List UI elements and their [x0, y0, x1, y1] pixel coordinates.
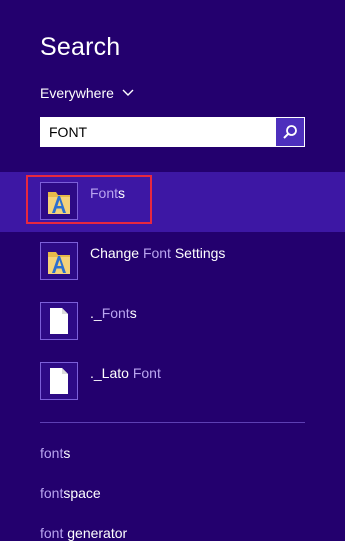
fonts-folder-icon	[40, 242, 78, 280]
result-label: ._Lato Font	[90, 365, 161, 381]
suggestion-fonts[interactable]: fonts	[40, 445, 70, 461]
fonts-folder-icon	[40, 182, 78, 220]
result-label: ._Fonts	[90, 305, 137, 321]
result-label: Change Font Settings	[90, 245, 226, 261]
document-icon	[40, 362, 78, 400]
search-scope-label: Everywhere	[40, 85, 114, 101]
suggestion-font-generator[interactable]: font generator	[40, 525, 127, 541]
result-item-lato-font[interactable]: ._Lato Font	[0, 352, 345, 412]
search-button[interactable]	[276, 118, 304, 146]
divider	[40, 422, 305, 423]
result-item-underscore-fonts[interactable]: ._Fonts	[0, 292, 345, 352]
result-label: Fonts	[90, 185, 126, 201]
chevron-down-icon	[122, 89, 134, 96]
search-scope-dropdown[interactable]: Everywhere	[40, 85, 134, 101]
search-icon	[283, 125, 297, 139]
search-box	[40, 117, 305, 147]
result-item-change-font-settings[interactable]: Change Font Settings	[0, 232, 345, 292]
suggestion-fontspace[interactable]: fontspace	[40, 485, 101, 501]
search-title: Search	[40, 33, 121, 61]
result-item-fonts[interactable]: Fonts	[0, 172, 345, 232]
search-input[interactable]	[40, 118, 269, 146]
document-icon	[40, 302, 78, 340]
